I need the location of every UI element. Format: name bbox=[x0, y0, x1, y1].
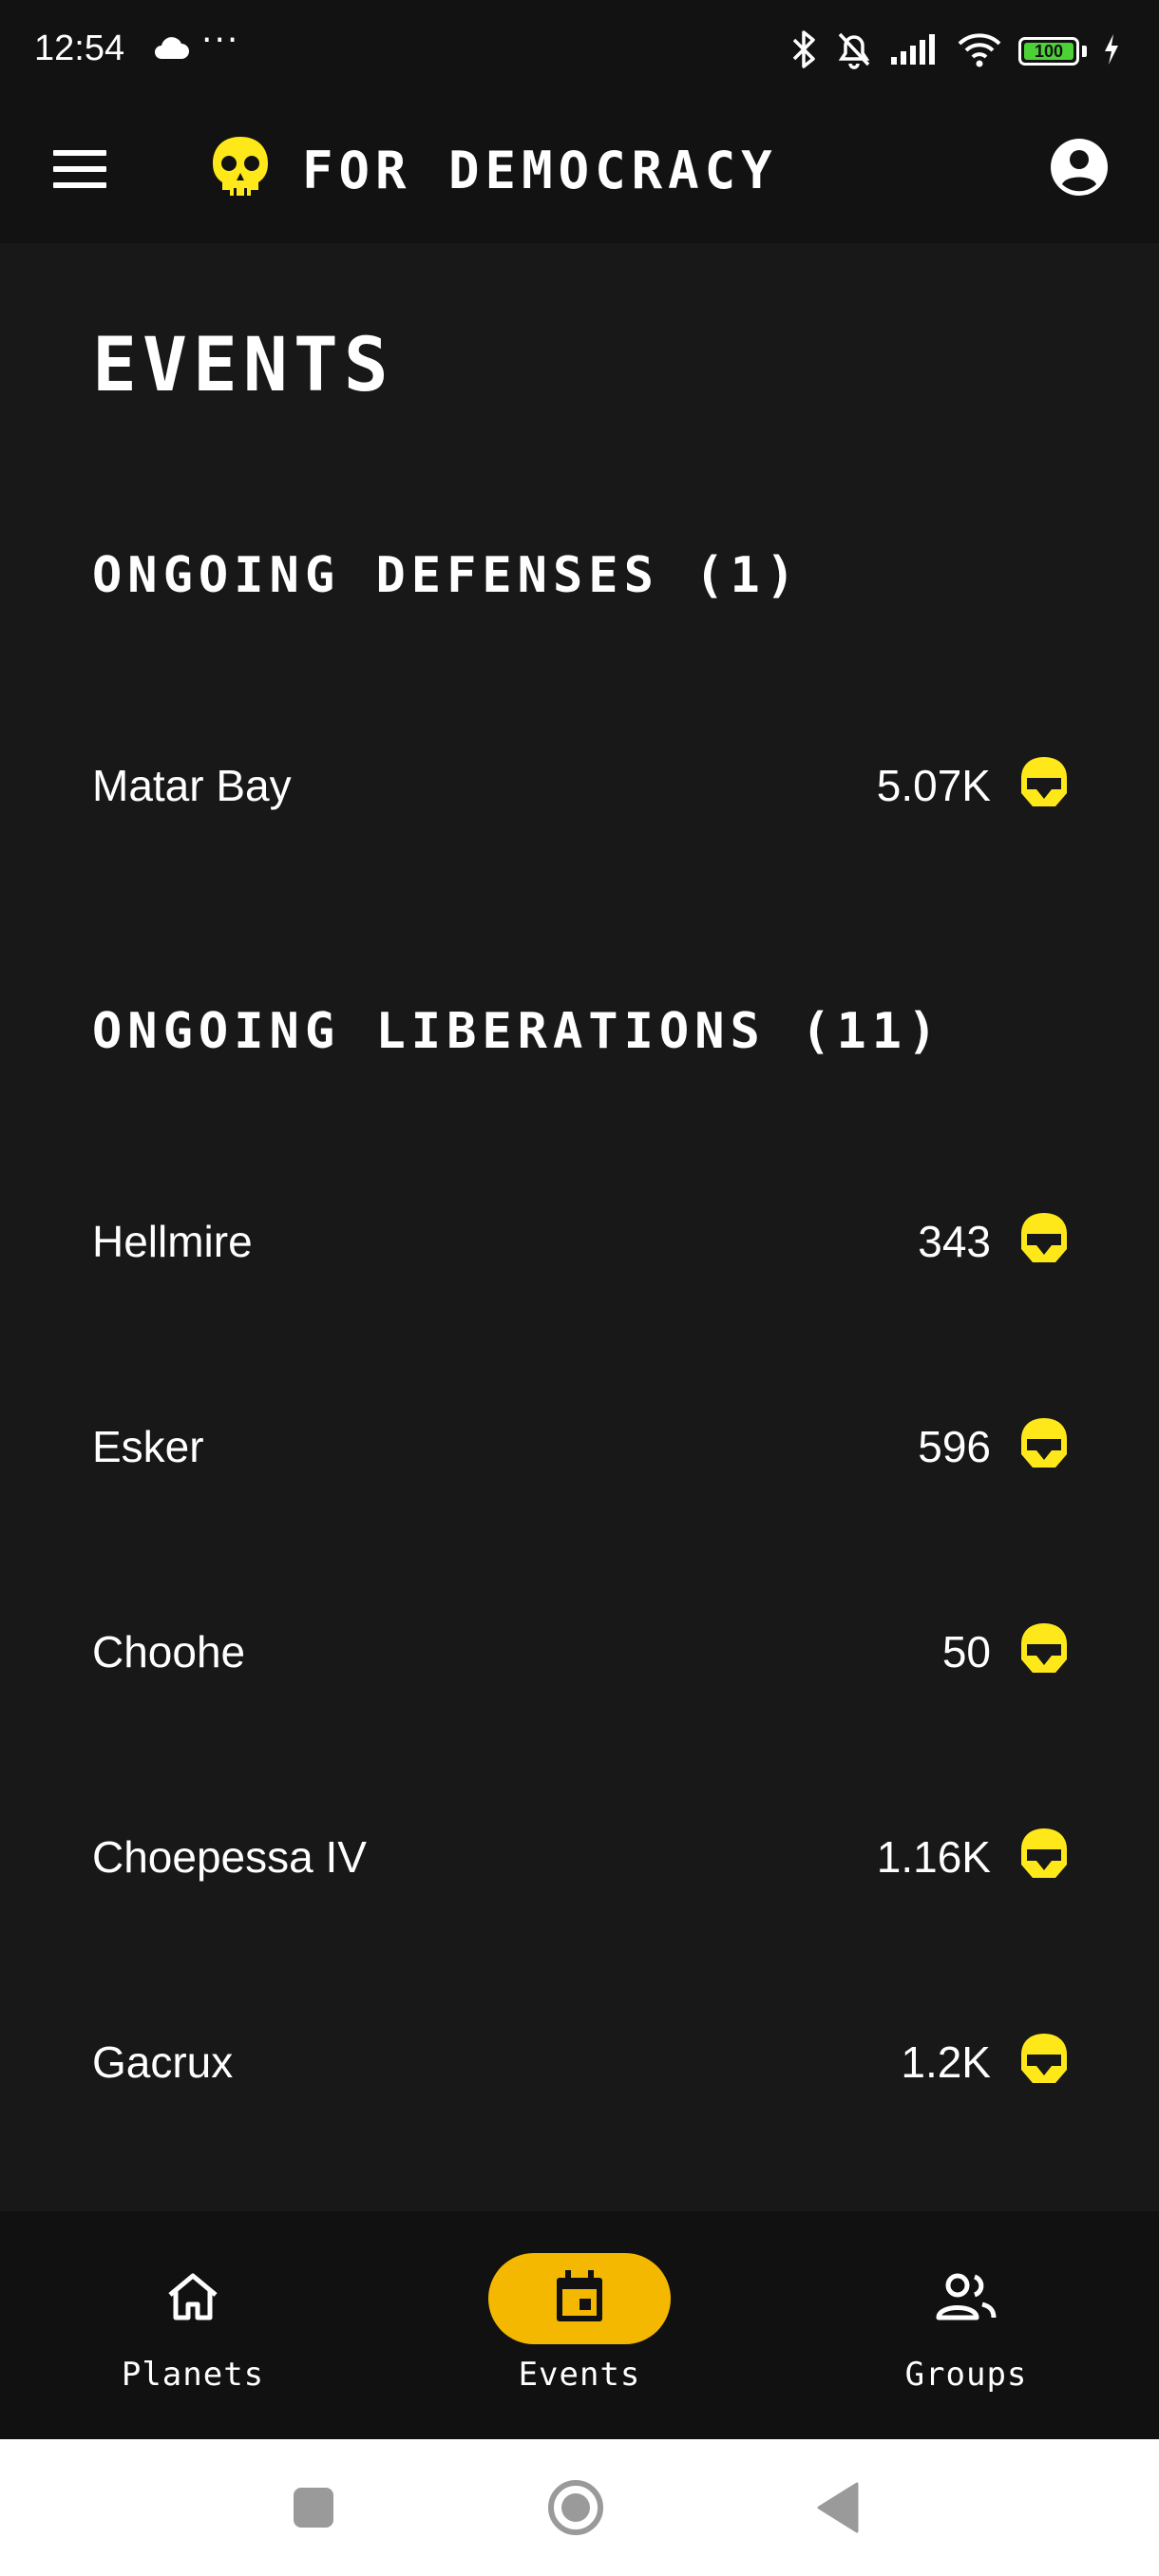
helmet-icon bbox=[1017, 1827, 1071, 1887]
liberations-section-title: ONGOING LIBERATIONS (11) bbox=[92, 1003, 943, 1060]
recents-square-icon[interactable] bbox=[276, 2439, 352, 2576]
nav-item-groups[interactable]: Groups bbox=[773, 2211, 1159, 2439]
helmet-icon bbox=[1017, 1211, 1071, 1272]
account-circle-icon[interactable] bbox=[1049, 137, 1110, 201]
calendar-icon bbox=[553, 2268, 606, 2329]
status-bar: 12:54 ··· 100 bbox=[0, 0, 1159, 104]
planet-name: Matar Bay bbox=[92, 761, 292, 810]
battery-icon: 100 bbox=[1018, 37, 1079, 66]
brand: FOR DEMOCRACY bbox=[205, 133, 778, 207]
player-count: 343 bbox=[918, 1217, 991, 1266]
nav-item-events[interactable]: Events bbox=[387, 2211, 772, 2439]
active-indicator bbox=[488, 2253, 671, 2344]
charging-icon bbox=[1102, 32, 1121, 70]
player-count: 50 bbox=[941, 1627, 991, 1676]
people-icon bbox=[935, 2272, 998, 2325]
planet-name: Choepessa IV bbox=[92, 1832, 367, 1882]
planet-name: Choohe bbox=[92, 1627, 246, 1676]
system-navigation-bar bbox=[0, 2439, 1159, 2576]
helmet-icon bbox=[1017, 2032, 1071, 2093]
nav-item-planets[interactable]: Planets bbox=[0, 2211, 386, 2439]
player-count: 1.2K bbox=[901, 2037, 991, 2087]
app-title: FOR DEMOCRACY bbox=[302, 140, 778, 200]
player-count: 596 bbox=[918, 1422, 991, 1471]
bottom-navigation: Planets Events Groups bbox=[0, 2211, 1159, 2439]
planet-name: Esker bbox=[92, 1422, 204, 1471]
defenses-section-title: ONGOING DEFENSES (1) bbox=[92, 547, 802, 604]
signal-icon bbox=[889, 32, 940, 70]
nav-label: Events bbox=[518, 2356, 641, 2394]
cloud-icon bbox=[152, 36, 190, 65]
event-row-liberation[interactable]: Gacrux 1.2K bbox=[92, 2010, 1071, 2114]
event-row-liberation[interactable]: Choohe 50 bbox=[92, 1600, 1071, 1704]
status-icons: 100 bbox=[790, 28, 1121, 74]
back-triangle-icon[interactable] bbox=[800, 2439, 876, 2576]
planet-name: Hellmire bbox=[92, 1217, 253, 1266]
nav-label: Groups bbox=[904, 2356, 1028, 2394]
player-count: 5.07K bbox=[876, 761, 991, 810]
helmet-icon bbox=[1017, 1416, 1071, 1477]
page-title: EVENTS bbox=[92, 323, 394, 408]
more-notifications-icon: ··· bbox=[201, 21, 240, 60]
hamburger-menu-icon[interactable] bbox=[53, 150, 106, 196]
nav-label: Planets bbox=[121, 2356, 265, 2394]
bluetooth-icon bbox=[790, 28, 819, 74]
planet-name: Gacrux bbox=[92, 2037, 234, 2087]
home-circle-icon[interactable] bbox=[538, 2439, 614, 2576]
event-row-liberation[interactable]: Choepessa IV 1.16K bbox=[92, 1805, 1071, 1909]
player-count: 1.16K bbox=[876, 1832, 991, 1882]
home-icon bbox=[164, 2270, 221, 2327]
bell-off-icon bbox=[834, 28, 874, 74]
event-row-defense[interactable]: Matar Bay 5.07K bbox=[92, 733, 1071, 838]
status-time: 12:54 bbox=[34, 28, 125, 68]
event-row-liberation[interactable]: Hellmire 343 bbox=[92, 1189, 1071, 1294]
helmet-icon bbox=[1017, 755, 1071, 816]
wifi-icon bbox=[956, 30, 1003, 72]
event-row-liberation[interactable]: Esker 596 bbox=[92, 1394, 1071, 1499]
helmet-icon bbox=[1017, 1621, 1071, 1682]
skull-icon bbox=[205, 133, 276, 207]
app-bar: FOR DEMOCRACY bbox=[0, 104, 1159, 243]
battery-level: 100 bbox=[1034, 41, 1064, 61]
